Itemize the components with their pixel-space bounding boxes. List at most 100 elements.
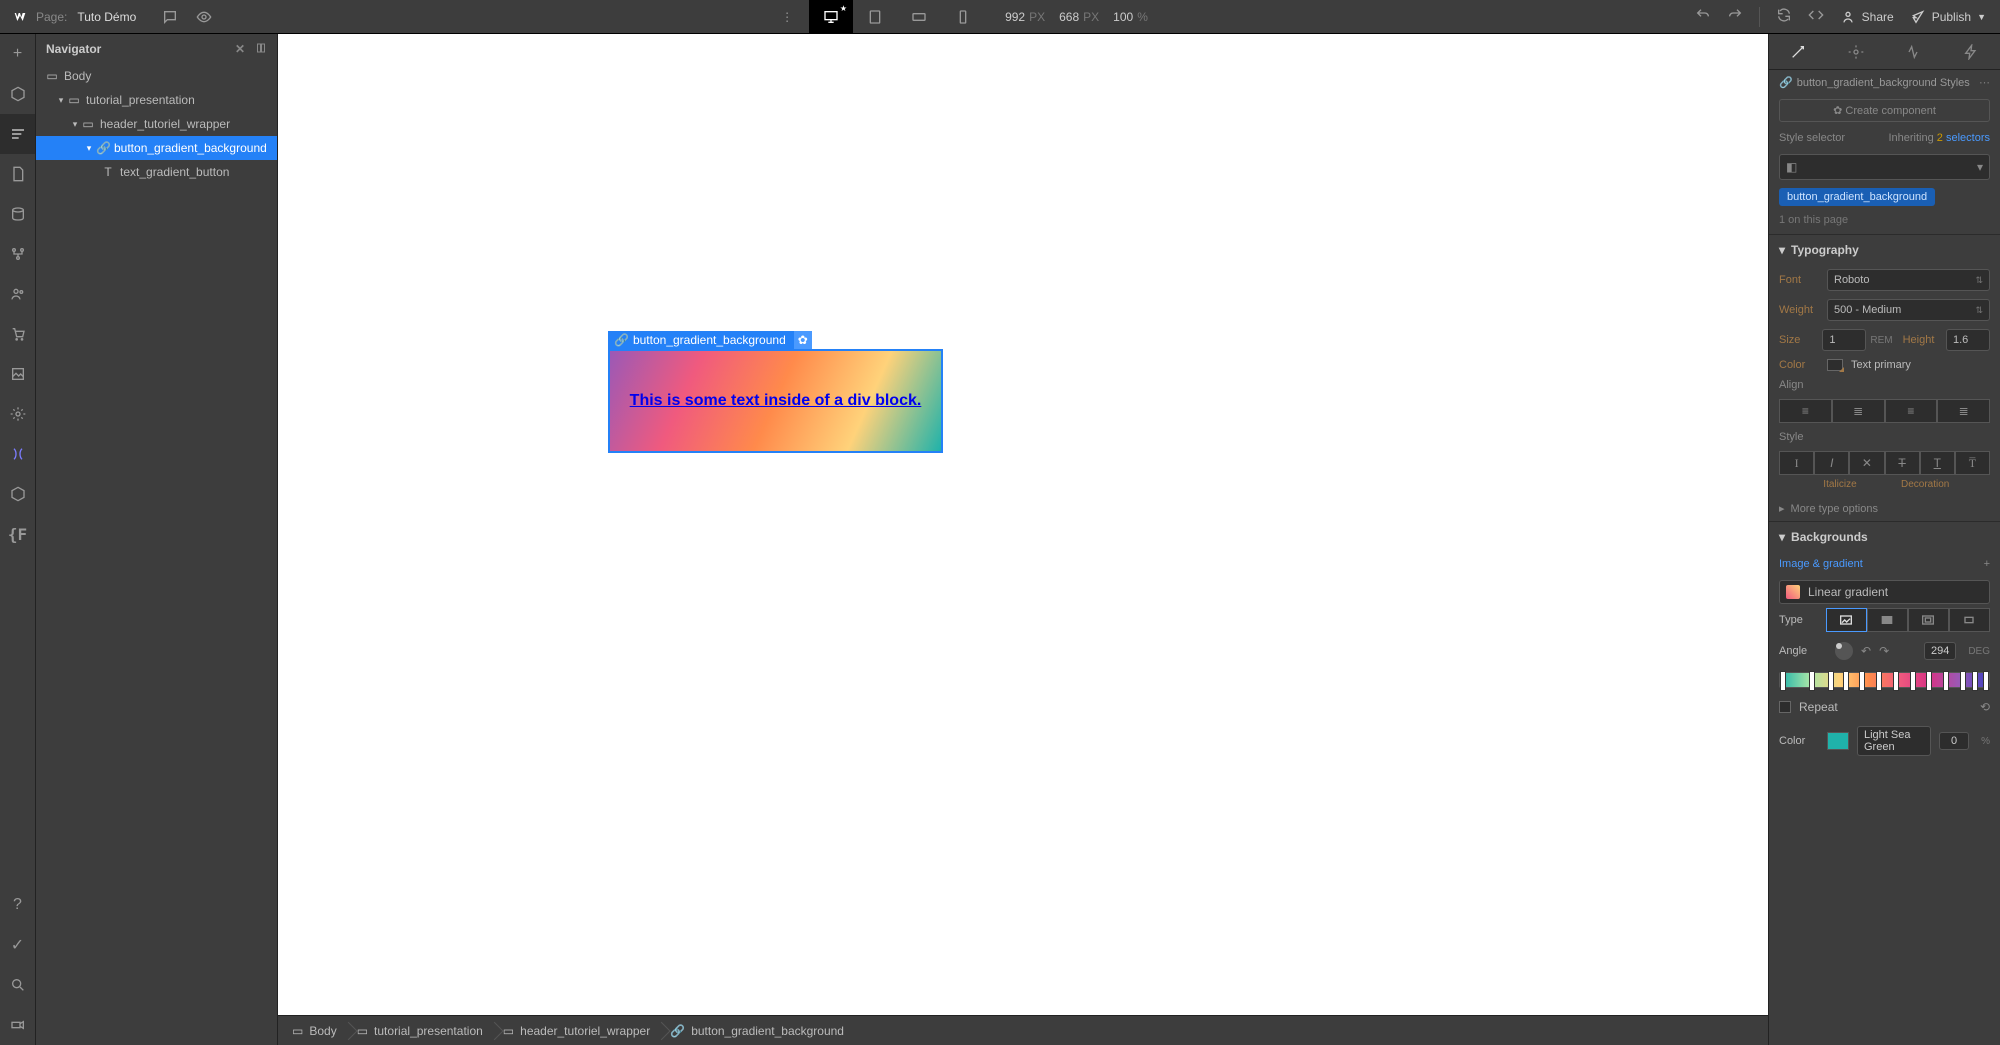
breakpoint-mobile[interactable] — [941, 0, 985, 34]
text-color-swatch[interactable] — [1827, 359, 1843, 371]
selector-row: Style selector Inheriting 2 selectors — [1769, 126, 2000, 150]
style-panel: 🔗button_gradient_background Styles⋯ ✿ Cr… — [1768, 34, 2000, 1045]
angle-row: Angle ↶ ↷ 294 DEG — [1769, 636, 2000, 666]
weight-select[interactable]: 500 - Medium⇅ — [1827, 299, 1990, 321]
stop-color-swatch[interactable] — [1827, 732, 1849, 750]
tab-interactions[interactable] — [1885, 34, 1943, 69]
selected-element-label[interactable]: 🔗button_gradient_background✿ — [608, 331, 812, 349]
pin-icon[interactable] — [255, 42, 267, 57]
comments-icon[interactable] — [156, 9, 184, 25]
tab-style[interactable] — [1769, 34, 1827, 69]
style-strike[interactable]: T — [1885, 451, 1920, 475]
gradient-button-element[interactable]: This is some text inside of a div block. — [608, 349, 943, 453]
help-icon[interactable]: ? — [0, 885, 35, 925]
style-underline[interactable]: T — [1920, 451, 1955, 475]
angle-dial[interactable] — [1835, 642, 1853, 660]
components-icon[interactable] — [0, 474, 35, 514]
align-justify[interactable]: ≣ — [1937, 399, 1990, 423]
crumb-body[interactable]: ▭Body — [284, 1016, 349, 1045]
style-none[interactable]: ✕ — [1849, 451, 1884, 475]
code-icon[interactable] — [1808, 7, 1824, 26]
angle-cw-icon[interactable]: ↷ — [1879, 644, 1889, 658]
tree-tutorial[interactable]: ▾▭tutorial_presentation — [36, 88, 277, 112]
tab-settings[interactable] — [1827, 34, 1885, 69]
stop-color-name[interactable]: Light Sea Green — [1857, 726, 1931, 756]
preview-icon[interactable] — [190, 9, 218, 25]
angle-input[interactable]: 294 — [1924, 642, 1956, 660]
add-icon[interactable]: + — [0, 34, 35, 74]
type-none[interactable] — [1949, 608, 1990, 632]
canvas[interactable]: 🔗button_gradient_background✿ This is som… — [278, 34, 1768, 1015]
symbols-icon[interactable] — [0, 74, 35, 114]
align-center[interactable]: ≣ — [1832, 399, 1885, 423]
stop-position-input[interactable]: 0 — [1939, 732, 1969, 750]
font-select[interactable]: Roboto⇅ — [1827, 269, 1990, 291]
element-settings-icon[interactable]: ✿ — [794, 331, 812, 349]
style-italic[interactable]: I — [1814, 451, 1849, 475]
align-right[interactable]: ≡ — [1885, 399, 1938, 423]
angle-ccw-icon[interactable]: ↶ — [1861, 644, 1871, 658]
pages-icon[interactable] — [0, 154, 35, 194]
style-regular[interactable]: I — [1779, 451, 1814, 475]
page-name[interactable]: Tuto Démo — [77, 10, 136, 24]
tree-header[interactable]: ▾▭header_tutoriel_wrapper — [36, 112, 277, 136]
reverse-gradient-icon[interactable]: ⟲ — [1980, 700, 1990, 714]
cms-icon[interactable] — [0, 194, 35, 234]
assets-icon[interactable] — [0, 354, 35, 394]
bg-type-row: Type — [1779, 608, 1990, 632]
breakpoint-mobile-landscape[interactable] — [897, 0, 941, 34]
navigator-icon[interactable] — [0, 114, 35, 154]
logic-icon[interactable] — [0, 234, 35, 274]
sync-icon[interactable] — [1776, 7, 1792, 26]
gradient-bar[interactable] — [1779, 672, 1990, 688]
video-icon[interactable] — [0, 1005, 35, 1045]
class-chip[interactable]: button_gradient_background — [1779, 188, 1935, 206]
breakpoint-desktop[interactable]: ★ — [809, 0, 853, 34]
lineheight-input[interactable]: 1.6 — [1946, 329, 1990, 351]
type-solid[interactable] — [1908, 608, 1949, 632]
tree-button[interactable]: ▾🔗button_gradient_background — [36, 136, 277, 160]
canvas-wrapper: 🔗button_gradient_background✿ This is som… — [278, 34, 1768, 1045]
gradient-text[interactable]: This is some text inside of a div block. — [630, 392, 922, 410]
crumb-header[interactable]: ▭header_tutoriel_wrapper — [495, 1016, 662, 1045]
audit-icon[interactable]: ✓ — [0, 925, 35, 965]
type-linear[interactable] — [1826, 608, 1867, 632]
variables-icon[interactable]: {F — [0, 514, 35, 554]
repeat-row: Repeat ⟲ — [1769, 694, 2000, 720]
selector-input[interactable]: ◧▾ — [1779, 154, 1990, 180]
style-overline[interactable]: T̅ — [1955, 451, 1990, 475]
gradient-item[interactable]: Linear gradient — [1779, 580, 1990, 604]
close-icon[interactable]: ✕ — [235, 42, 245, 57]
tree-body[interactable]: ▭Body — [36, 64, 277, 88]
crumb-tutorial[interactable]: ▭tutorial_presentation — [349, 1016, 495, 1045]
crumb-button[interactable]: 🔗button_gradient_background — [662, 1016, 856, 1045]
tab-effects[interactable] — [1942, 34, 2000, 69]
add-gradient-icon[interactable]: + — [1984, 558, 1990, 570]
more-icon[interactable]: ⋯ — [1979, 76, 1990, 89]
type-radial[interactable] — [1867, 608, 1908, 632]
search-icon[interactable] — [0, 965, 35, 1005]
breakpoint-tablet[interactable] — [853, 0, 897, 34]
undo-icon[interactable] — [1695, 7, 1711, 26]
more-type-options[interactable]: ▸More type options — [1769, 496, 2000, 521]
repeat-checkbox[interactable] — [1779, 701, 1791, 713]
apps-icon[interactable] — [0, 434, 35, 474]
selector-header: 🔗button_gradient_background Styles⋯ — [1769, 70, 2000, 95]
users-icon[interactable] — [0, 274, 35, 314]
align-left[interactable]: ≡ — [1779, 399, 1832, 423]
settings-icon[interactable] — [0, 394, 35, 434]
stop-color-row: Color Light Sea Green 0 % — [1769, 720, 2000, 762]
breadcrumb: ▭Body ▭tutorial_presentation ▭header_tut… — [278, 1015, 1768, 1045]
create-component-button[interactable]: ✿ Create component — [1779, 99, 1990, 122]
size-input[interactable]: 1 — [1822, 329, 1866, 351]
publish-button[interactable]: Publish ▼ — [1910, 9, 1986, 25]
canvas-width[interactable]: 992 — [1005, 10, 1025, 24]
webflow-logo[interactable] — [10, 7, 30, 27]
ecommerce-icon[interactable] — [0, 314, 35, 354]
share-button[interactable]: Share — [1840, 9, 1894, 25]
redo-icon[interactable] — [1727, 7, 1743, 26]
page-label: Page: — [36, 10, 67, 24]
breakpoint-menu-icon[interactable]: ⋮ — [765, 0, 809, 34]
image-gradient-row: Image & gradient+ — [1769, 552, 2000, 576]
tree-text[interactable]: Ttext_gradient_button — [36, 160, 277, 184]
